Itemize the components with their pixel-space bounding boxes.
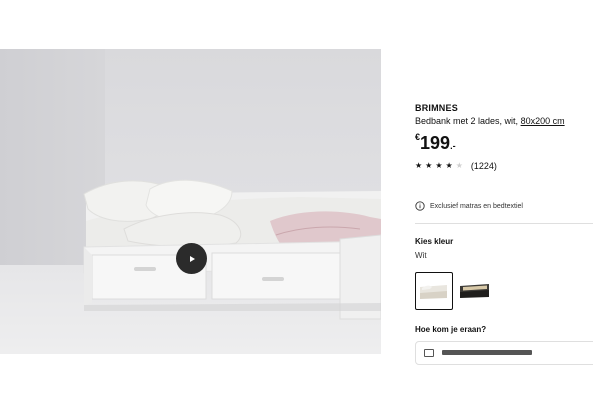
color-swatch-black[interactable]	[456, 272, 494, 310]
color-label: Kies kleur	[415, 237, 454, 246]
star-empty-icon: ★	[455, 161, 463, 170]
product-name: BRIMNES	[415, 103, 458, 113]
white-daybed-thumbnail	[420, 285, 447, 299]
rating-stars: ★ ★ ★ ★ ★	[415, 162, 463, 170]
product-size-link[interactable]: 80x200 cm	[521, 116, 565, 126]
star-icon: ★	[425, 161, 433, 170]
info-icon	[415, 201, 425, 211]
product-media-video[interactable]	[0, 49, 381, 354]
notice-text: Exclusief matras en bedtextiel	[430, 202, 523, 210]
play-button[interactable]	[176, 243, 207, 274]
product-price: €199.-	[415, 132, 456, 154]
delivery-option-text	[442, 350, 532, 355]
star-icon: ★	[435, 161, 443, 170]
play-icon	[189, 255, 195, 262]
delivery-label: Hoe kom je eraan?	[415, 325, 487, 334]
divider	[415, 223, 593, 224]
product-info-panel: BRIMNES Bedbank met 2 lades, wit, 80x200…	[381, 0, 593, 404]
price-suffix: .-	[450, 141, 456, 151]
product-description: Bedbank met 2 lades, wit, 80x200 cm	[415, 116, 565, 126]
star-icon: ★	[445, 161, 453, 170]
rating-count: (1224)	[470, 161, 497, 171]
product-description-text: Bedbank met 2 lades, wit,	[415, 116, 519, 126]
delivery-icon	[424, 349, 434, 357]
product-rating[interactable]: ★ ★ ★ ★ ★ (1224)	[415, 161, 497, 171]
delivery-option[interactable]	[415, 341, 593, 365]
product-notice: Exclusief matras en bedtextiel	[415, 201, 523, 211]
star-icon: ★	[415, 161, 423, 170]
color-swatch-white[interactable]	[415, 272, 453, 310]
price-amount: 199	[420, 133, 451, 153]
daybed-image	[83, 179, 381, 320]
selected-color: Wit	[415, 251, 427, 260]
black-daybed-thumbnail	[460, 284, 489, 298]
